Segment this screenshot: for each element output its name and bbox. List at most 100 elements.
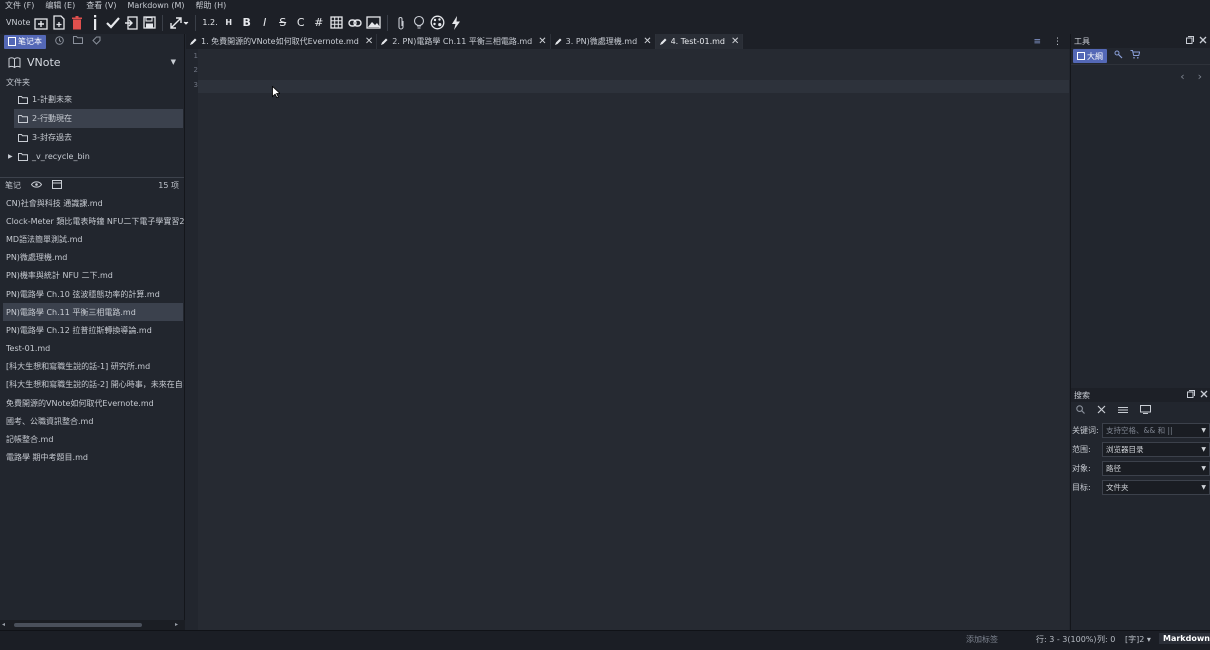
settings-icon[interactable] — [1118, 406, 1128, 417]
tab-close-icon[interactable]: ✕ — [643, 36, 651, 47]
expand-icon[interactable] — [167, 13, 191, 33]
code-button[interactable]: C — [292, 13, 310, 33]
next-icon[interactable]: › — [1198, 70, 1202, 83]
scroll-left-icon[interactable]: ◂ — [2, 621, 5, 628]
hash-button[interactable]: # — [310, 13, 328, 33]
scrollbar-thumb[interactable] — [14, 623, 142, 627]
heading-number-button[interactable]: 1.2. — [200, 13, 219, 33]
menu-markdown[interactable]: Markdown (M) — [128, 1, 185, 10]
folder-item[interactable]: 1-計劃未來 — [0, 90, 184, 109]
expand-arrow-icon[interactable]: ▶ — [8, 153, 13, 160]
notebook-selector[interactable]: VNote ▼ — [0, 49, 184, 75]
menu-edit[interactable]: 编辑 (E) — [45, 0, 75, 11]
new-note-icon[interactable] — [50, 13, 68, 33]
editor-tab[interactable]: 3. PN)微處理機.md ✕ — [551, 34, 656, 49]
tab-outline[interactable]: 大綱 — [1073, 49, 1107, 63]
float-icon[interactable] — [1187, 390, 1195, 400]
note-item[interactable]: 記帳整合.md — [0, 430, 184, 448]
search-icon[interactable] — [1076, 405, 1085, 417]
history-icon[interactable] — [55, 35, 64, 48]
editor-tab[interactable]: 2. PN)電路學 Ch.11 平衡三相電路.md ✕ — [377, 34, 551, 49]
note-item[interactable]: PN)電路學 Ch.10 弦波穩態功率的計算.md — [0, 285, 184, 303]
folder-explorer-icon[interactable] — [73, 36, 83, 47]
close-icon[interactable] — [1200, 390, 1208, 400]
heading-button[interactable]: H — [220, 13, 238, 33]
tab-list-icon[interactable]: ≡ — [1033, 37, 1041, 47]
add-tag-button[interactable]: 添加标签 — [966, 634, 998, 645]
menu-help[interactable]: 帮助 (H) — [196, 0, 227, 11]
search-field-combo[interactable]: 浏览器目录 ▼ — [1102, 442, 1210, 457]
toolbar-separator — [195, 14, 197, 31]
note-item[interactable]: 電路學 期中考題目.md — [0, 449, 184, 467]
note-item[interactable]: PN)電路學 Ch.11 平衡三相電路.md — [3, 303, 183, 322]
folder-item[interactable]: 3-封存過去 — [0, 128, 184, 147]
strikethrough-button[interactable]: S — [274, 13, 292, 33]
lightbulb-icon[interactable] — [410, 13, 428, 33]
tab-close-icon[interactable]: ✕ — [731, 36, 739, 47]
note-item[interactable]: MD語法簡單測試.md — [0, 230, 184, 248]
note-item[interactable]: PN)微處理機.md — [0, 249, 184, 267]
snippet-icon[interactable] — [1114, 50, 1123, 62]
dropdown-arrow-icon[interactable]: ▼ — [1201, 446, 1206, 453]
table-icon[interactable] — [328, 13, 346, 33]
dropdown-arrow-icon[interactable]: ▼ — [1201, 484, 1206, 491]
save-icon[interactable] — [140, 13, 158, 33]
tab-close-icon[interactable]: ✕ — [538, 36, 546, 47]
image-icon[interactable] — [364, 13, 383, 33]
notes-title: 笔记 — [5, 181, 21, 190]
export-icon[interactable] — [122, 13, 140, 33]
note-item[interactable]: [科大生想和寫職生說的話-1] 研究所.md — [0, 358, 184, 376]
outline-nav: ‹ › — [1071, 65, 1210, 83]
float-icon[interactable] — [1186, 36, 1194, 46]
italic-button[interactable]: I — [256, 13, 274, 33]
dropdown-arrow-icon[interactable]: ▼ — [1201, 465, 1206, 472]
search-field-combo[interactable]: 文件夹 ▼ — [1102, 480, 1210, 495]
folder-item[interactable]: 2-行動現在 — [14, 109, 183, 128]
dropdown-arrow-icon[interactable]: ▼ — [171, 58, 176, 66]
left-panel: 笔记本 VNote ▼ 文件夹 1-計劃未來 2-行動現在 3-封存過去 ▶ _v_re… — [0, 34, 185, 630]
note-item[interactable]: CN)社會與科技 通識課.md — [0, 194, 184, 212]
search-field-combo[interactable]: 路径 ▼ — [1102, 461, 1210, 476]
menu-file[interactable]: 文件 (F) — [5, 0, 34, 11]
prev-icon[interactable]: ‹ — [1180, 70, 1184, 83]
more-options-icon[interactable]: ⋮ — [1053, 37, 1062, 47]
horizontal-scrollbar[interactable]: ◂ ▸ — [0, 620, 185, 630]
note-item[interactable]: Test-01.md — [0, 340, 184, 358]
close-icon[interactable] — [1199, 36, 1207, 46]
note-item[interactable]: PN)機率與統計 NFU 二下.md — [0, 267, 184, 285]
view-mode-icon[interactable] — [52, 180, 62, 191]
checkmark-icon[interactable] — [104, 13, 122, 33]
editor-tab[interactable]: 1. 免費開源的VNote如何取代Evernote.md ✕ — [186, 34, 378, 49]
lightning-icon[interactable] — [447, 13, 465, 33]
link-icon[interactable] — [346, 13, 364, 33]
delete-icon[interactable] — [68, 13, 86, 33]
pencil-icon — [554, 38, 562, 45]
new-folder-icon[interactable] — [32, 13, 50, 33]
clear-icon[interactable] — [1097, 405, 1106, 417]
palette-icon[interactable] — [428, 13, 447, 33]
menu-view[interactable]: 查看 (V) — [86, 0, 116, 11]
word-count-selector[interactable]: [字]2 ▾ — [1125, 634, 1151, 645]
note-item[interactable]: Clock-Meter 類比電表時鐘 NFU二下電子學實習2 期 — [0, 212, 184, 230]
tab-notebook[interactable]: 笔记本 — [4, 34, 46, 49]
console-icon[interactable] — [1140, 405, 1151, 417]
note-item[interactable]: PN)電路學 Ch.12 拉普拉斯轉換導論.md — [0, 321, 184, 339]
tag-icon[interactable] — [92, 36, 101, 48]
note-item[interactable]: 國考、公職資訊整合.md — [0, 412, 184, 430]
info-icon[interactable] — [86, 13, 104, 33]
cart-icon[interactable] — [1130, 50, 1141, 62]
vnote-window: 文件 (F) 编辑 (E) 查看 (V) Markdown (M) 帮助 (H)… — [0, 0, 1210, 650]
scroll-right-icon[interactable]: ▸ — [175, 621, 178, 628]
eye-icon[interactable] — [30, 181, 43, 190]
editor-tab[interactable]: 4. Test-01.md ✕ — [655, 34, 744, 49]
note-item[interactable]: 免費開源的VNote如何取代Evernote.md — [0, 394, 184, 412]
tab-close-icon[interactable]: ✕ — [365, 36, 373, 47]
editor-area[interactable]: 1 2 3 — [186, 49, 1069, 630]
search-field-combo[interactable]: 支持空格、&& 和 || ▼ — [1102, 423, 1210, 438]
mode-badge[interactable]: Markdown — [1159, 633, 1210, 644]
dropdown-arrow-icon[interactable]: ▼ — [1201, 427, 1206, 434]
bold-button[interactable]: B — [238, 13, 256, 33]
attachment-icon[interactable] — [392, 13, 410, 33]
note-item[interactable]: [科大生想和寫職生說的話-2] 開心時事，未來在自己手 — [0, 376, 184, 394]
folder-item[interactable]: ▶ _v_recycle_bin — [0, 147, 184, 166]
